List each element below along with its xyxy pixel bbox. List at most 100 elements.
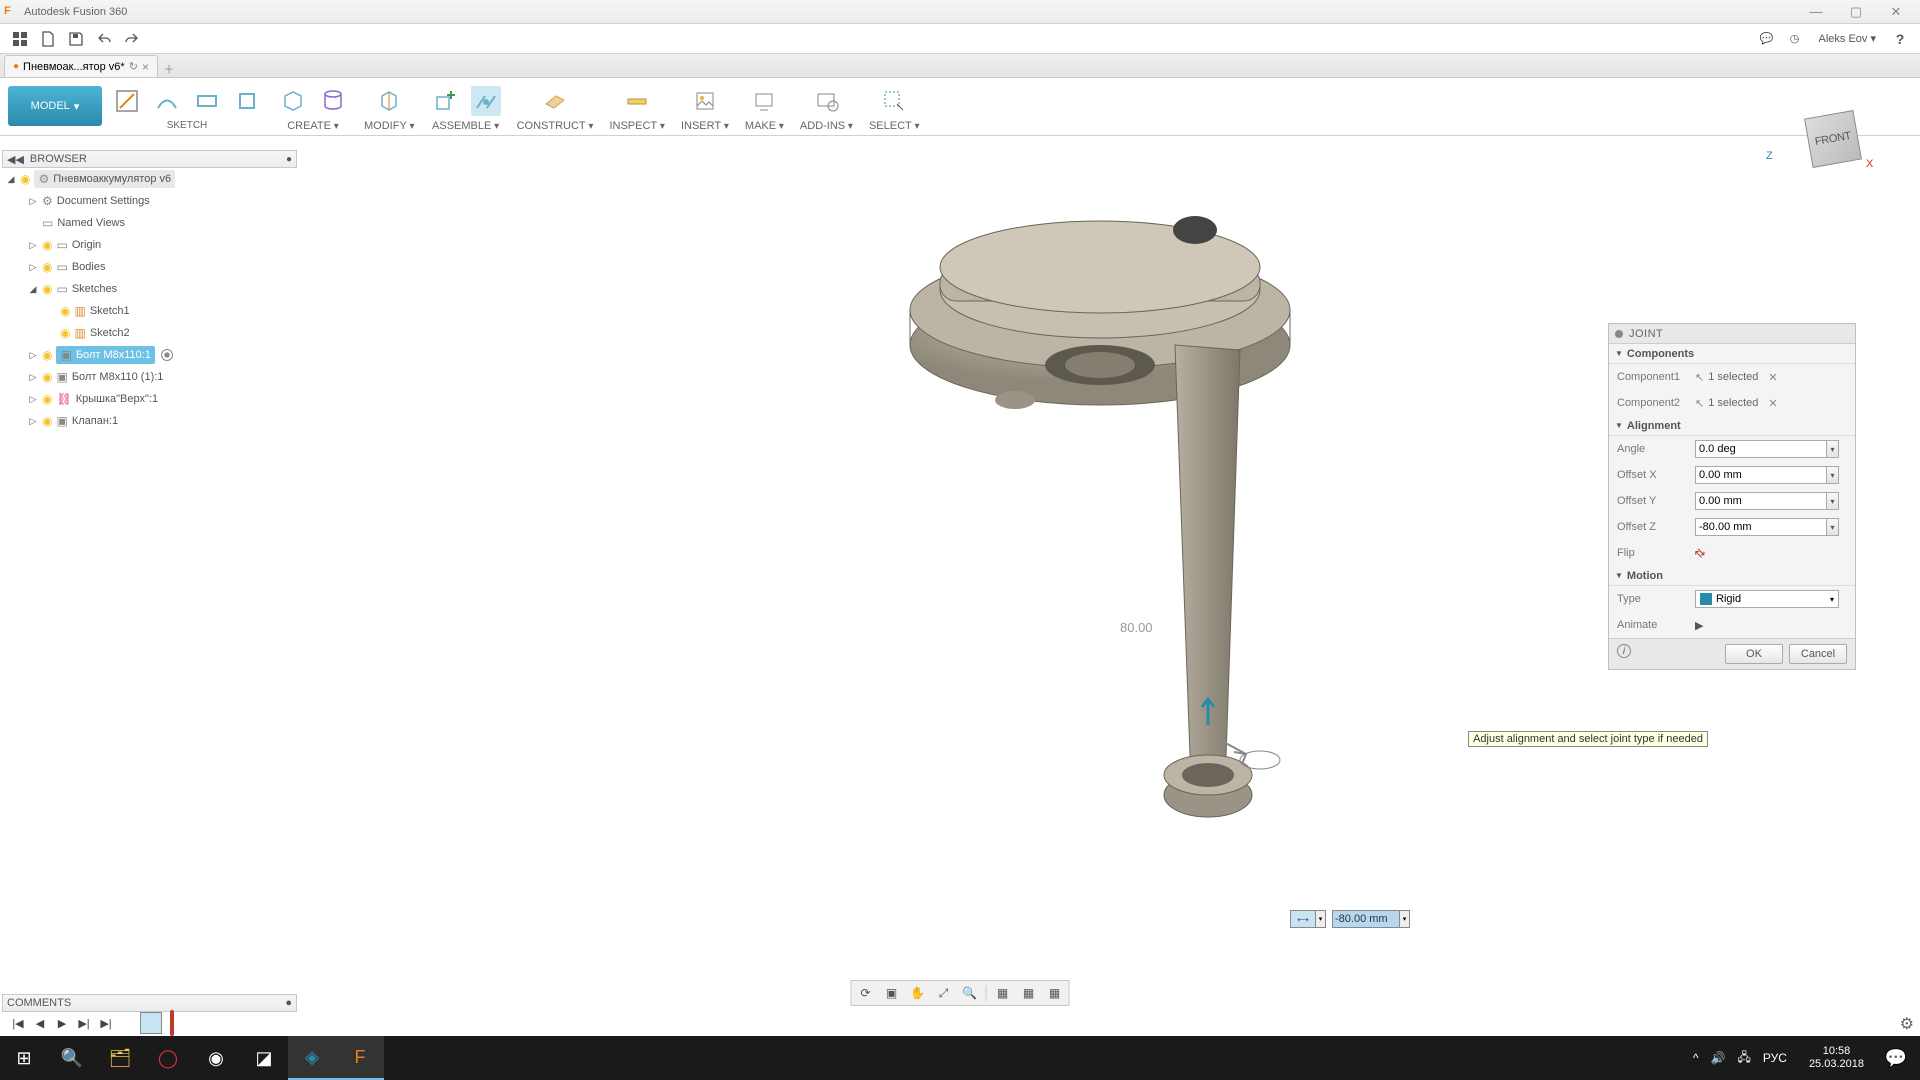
lookat-icon[interactable]: ▣ xyxy=(880,983,904,1003)
offset-x-input[interactable] xyxy=(1695,466,1827,484)
inline-spin-icon[interactable]: ▾ xyxy=(1400,910,1410,928)
new-tab-button[interactable]: ＋ xyxy=(160,61,178,77)
yandex-browser-icon[interactable]: ◯ xyxy=(144,1036,192,1080)
angle-input[interactable] xyxy=(1695,440,1827,458)
fit-icon[interactable]: 🔍 xyxy=(958,983,982,1003)
file-explorer-icon[interactable]: 🗂 xyxy=(96,1036,144,1080)
app-icon-1[interactable]: ◪ xyxy=(240,1036,288,1080)
spin-icon[interactable]: ▾ xyxy=(1827,492,1839,510)
expand-icon[interactable]: ▷ xyxy=(28,240,38,251)
offset-z-input[interactable] xyxy=(1695,518,1827,536)
action-center-icon[interactable]: 💬 xyxy=(1872,1036,1920,1080)
expand-icon[interactable]: ▷ xyxy=(28,350,38,361)
activate-radio-icon[interactable] xyxy=(161,349,173,361)
create-sketch-icon[interactable] xyxy=(112,86,142,116)
viewport[interactable]: 80.00 ⟷▾ ▾ xyxy=(300,140,1660,1010)
visibility-icon[interactable]: ◉ xyxy=(42,260,52,274)
visibility-icon[interactable]: ◉ xyxy=(42,370,52,384)
timeline-feature[interactable] xyxy=(140,1012,162,1034)
timeline-marker[interactable] xyxy=(170,1010,174,1036)
play-icon[interactable]: ▶ xyxy=(1695,619,1703,632)
motion-type-select[interactable]: Rigid▾ xyxy=(1695,590,1839,608)
measure-icon[interactable] xyxy=(622,86,652,116)
expand-icon[interactable]: ▷ xyxy=(28,394,38,405)
lang-indicator[interactable]: РУС xyxy=(1757,1051,1793,1065)
line-icon[interactable] xyxy=(152,86,182,116)
expand-icon[interactable]: ▷ xyxy=(28,196,38,207)
search-button[interactable]: 🔍 xyxy=(48,1036,96,1080)
close-tab-icon[interactable]: × xyxy=(142,60,149,74)
tree-item-sketch[interactable]: Sketch1 xyxy=(90,305,130,317)
expand-icon[interactable]: ◢ xyxy=(28,284,38,295)
visibility-icon[interactable]: ◉ xyxy=(42,392,52,406)
cancel-button[interactable]: Cancel xyxy=(1789,644,1847,664)
tree-item-component[interactable]: Клапан:1 xyxy=(72,415,118,427)
undo-icon[interactable] xyxy=(90,26,118,52)
mode-dropdown-icon[interactable]: ▾ xyxy=(1316,910,1326,928)
visibility-icon[interactable]: ◉ xyxy=(20,172,30,186)
section-motion[interactable]: Motion xyxy=(1609,566,1855,586)
notifications-icon[interactable]: 💬 xyxy=(1753,26,1781,52)
section-components[interactable]: Components xyxy=(1609,344,1855,364)
timeline-next-icon[interactable]: ▶| xyxy=(76,1017,92,1030)
orbit-icon[interactable]: ⟳ xyxy=(854,983,878,1003)
clear-selection-icon[interactable]: ✕ xyxy=(1768,397,1777,410)
rectangle-icon[interactable] xyxy=(192,86,222,116)
spin-icon[interactable]: ▾ xyxy=(1827,518,1839,536)
visibility-icon[interactable]: ◉ xyxy=(42,282,52,296)
tree-item-component[interactable]: Крышка"Верх":1 xyxy=(76,393,158,405)
network-icon[interactable]: 🖧 xyxy=(1732,1048,1757,1069)
data-panel-icon[interactable] xyxy=(6,26,34,52)
window-minimize-button[interactable]: — xyxy=(1796,4,1836,19)
help-icon[interactable]: ? xyxy=(1886,26,1914,52)
inline-distance-field[interactable] xyxy=(1332,910,1400,928)
grid-settings-icon[interactable]: ▦ xyxy=(1017,983,1041,1003)
cylinder-icon[interactable] xyxy=(318,86,348,116)
workspace-switcher[interactable]: MODEL▾ xyxy=(8,86,102,126)
visibility-icon[interactable]: ◉ xyxy=(42,348,52,362)
pin-icon[interactable]: ● xyxy=(285,997,292,1009)
press-pull-icon[interactable] xyxy=(374,86,404,116)
tree-root[interactable]: ◢ ◉ ⚙Пневмоаккумулятор v6 xyxy=(2,168,297,190)
file-menu-icon[interactable] xyxy=(34,26,62,52)
tree-item-bodies[interactable]: Bodies xyxy=(72,261,106,273)
pan-icon[interactable]: ✋ xyxy=(906,983,930,1003)
chrome-icon[interactable]: ◉ xyxy=(192,1036,240,1080)
browser-panel-header[interactable]: ◀◀ BROWSER ● xyxy=(2,150,297,168)
pin-icon[interactable]: ● xyxy=(286,154,292,165)
tray-overflow-icon[interactable]: ^ xyxy=(1687,1051,1705,1065)
window-maximize-button[interactable]: ▢ xyxy=(1836,4,1876,20)
ok-button[interactable]: OK xyxy=(1725,644,1783,664)
info-icon[interactable]: i xyxy=(1617,644,1631,658)
tree-item-sketch[interactable]: Sketch2 xyxy=(90,327,130,339)
visibility-icon[interactable]: ◉ xyxy=(42,414,52,428)
timeline-start-icon[interactable]: |◀ xyxy=(10,1017,26,1030)
measure-mode-icon[interactable]: ⟷ xyxy=(1290,910,1316,928)
joint-icon[interactable] xyxy=(471,86,501,116)
timeline-play-icon[interactable]: ▶ xyxy=(54,1017,70,1030)
save-icon[interactable] xyxy=(62,26,90,52)
select-icon[interactable] xyxy=(879,86,909,116)
collapse-browser-icon[interactable]: ◀◀ xyxy=(7,153,24,166)
make-icon[interactable] xyxy=(749,86,779,116)
addins-icon[interactable] xyxy=(811,86,841,116)
expand-icon[interactable]: ▷ xyxy=(28,372,38,383)
rectangle2-icon[interactable] xyxy=(232,86,262,116)
window-close-button[interactable]: ✕ xyxy=(1876,4,1916,20)
user-menu[interactable]: Aleks Eov ▾ xyxy=(1809,32,1887,45)
tree-item-component[interactable]: ▣Болт М8х110:1 xyxy=(56,346,154,364)
tree-item-namedviews[interactable]: Named Views xyxy=(57,217,125,229)
start-button[interactable]: ⊞ xyxy=(0,1036,48,1080)
insert-icon[interactable] xyxy=(690,86,720,116)
zoom-icon[interactable]: ⤢ xyxy=(932,983,956,1003)
tree-item-sketches[interactable]: Sketches xyxy=(72,283,117,295)
timeline-prev-icon[interactable]: ◀ xyxy=(32,1017,48,1030)
expand-icon[interactable]: ▷ xyxy=(28,262,38,273)
viewport-layout-icon[interactable]: ▦ xyxy=(1043,983,1067,1003)
app-icon-2[interactable]: ◈ xyxy=(288,1036,336,1080)
dialog-grip-icon[interactable] xyxy=(1615,330,1623,338)
system-tray[interactable]: ^ 🔊 🖧 РУС xyxy=(1687,1048,1801,1069)
expand-icon[interactable]: ▷ xyxy=(28,416,38,427)
display-settings-icon[interactable]: ▦ xyxy=(991,983,1015,1003)
timeline-end-icon[interactable]: ▶| xyxy=(98,1017,114,1030)
